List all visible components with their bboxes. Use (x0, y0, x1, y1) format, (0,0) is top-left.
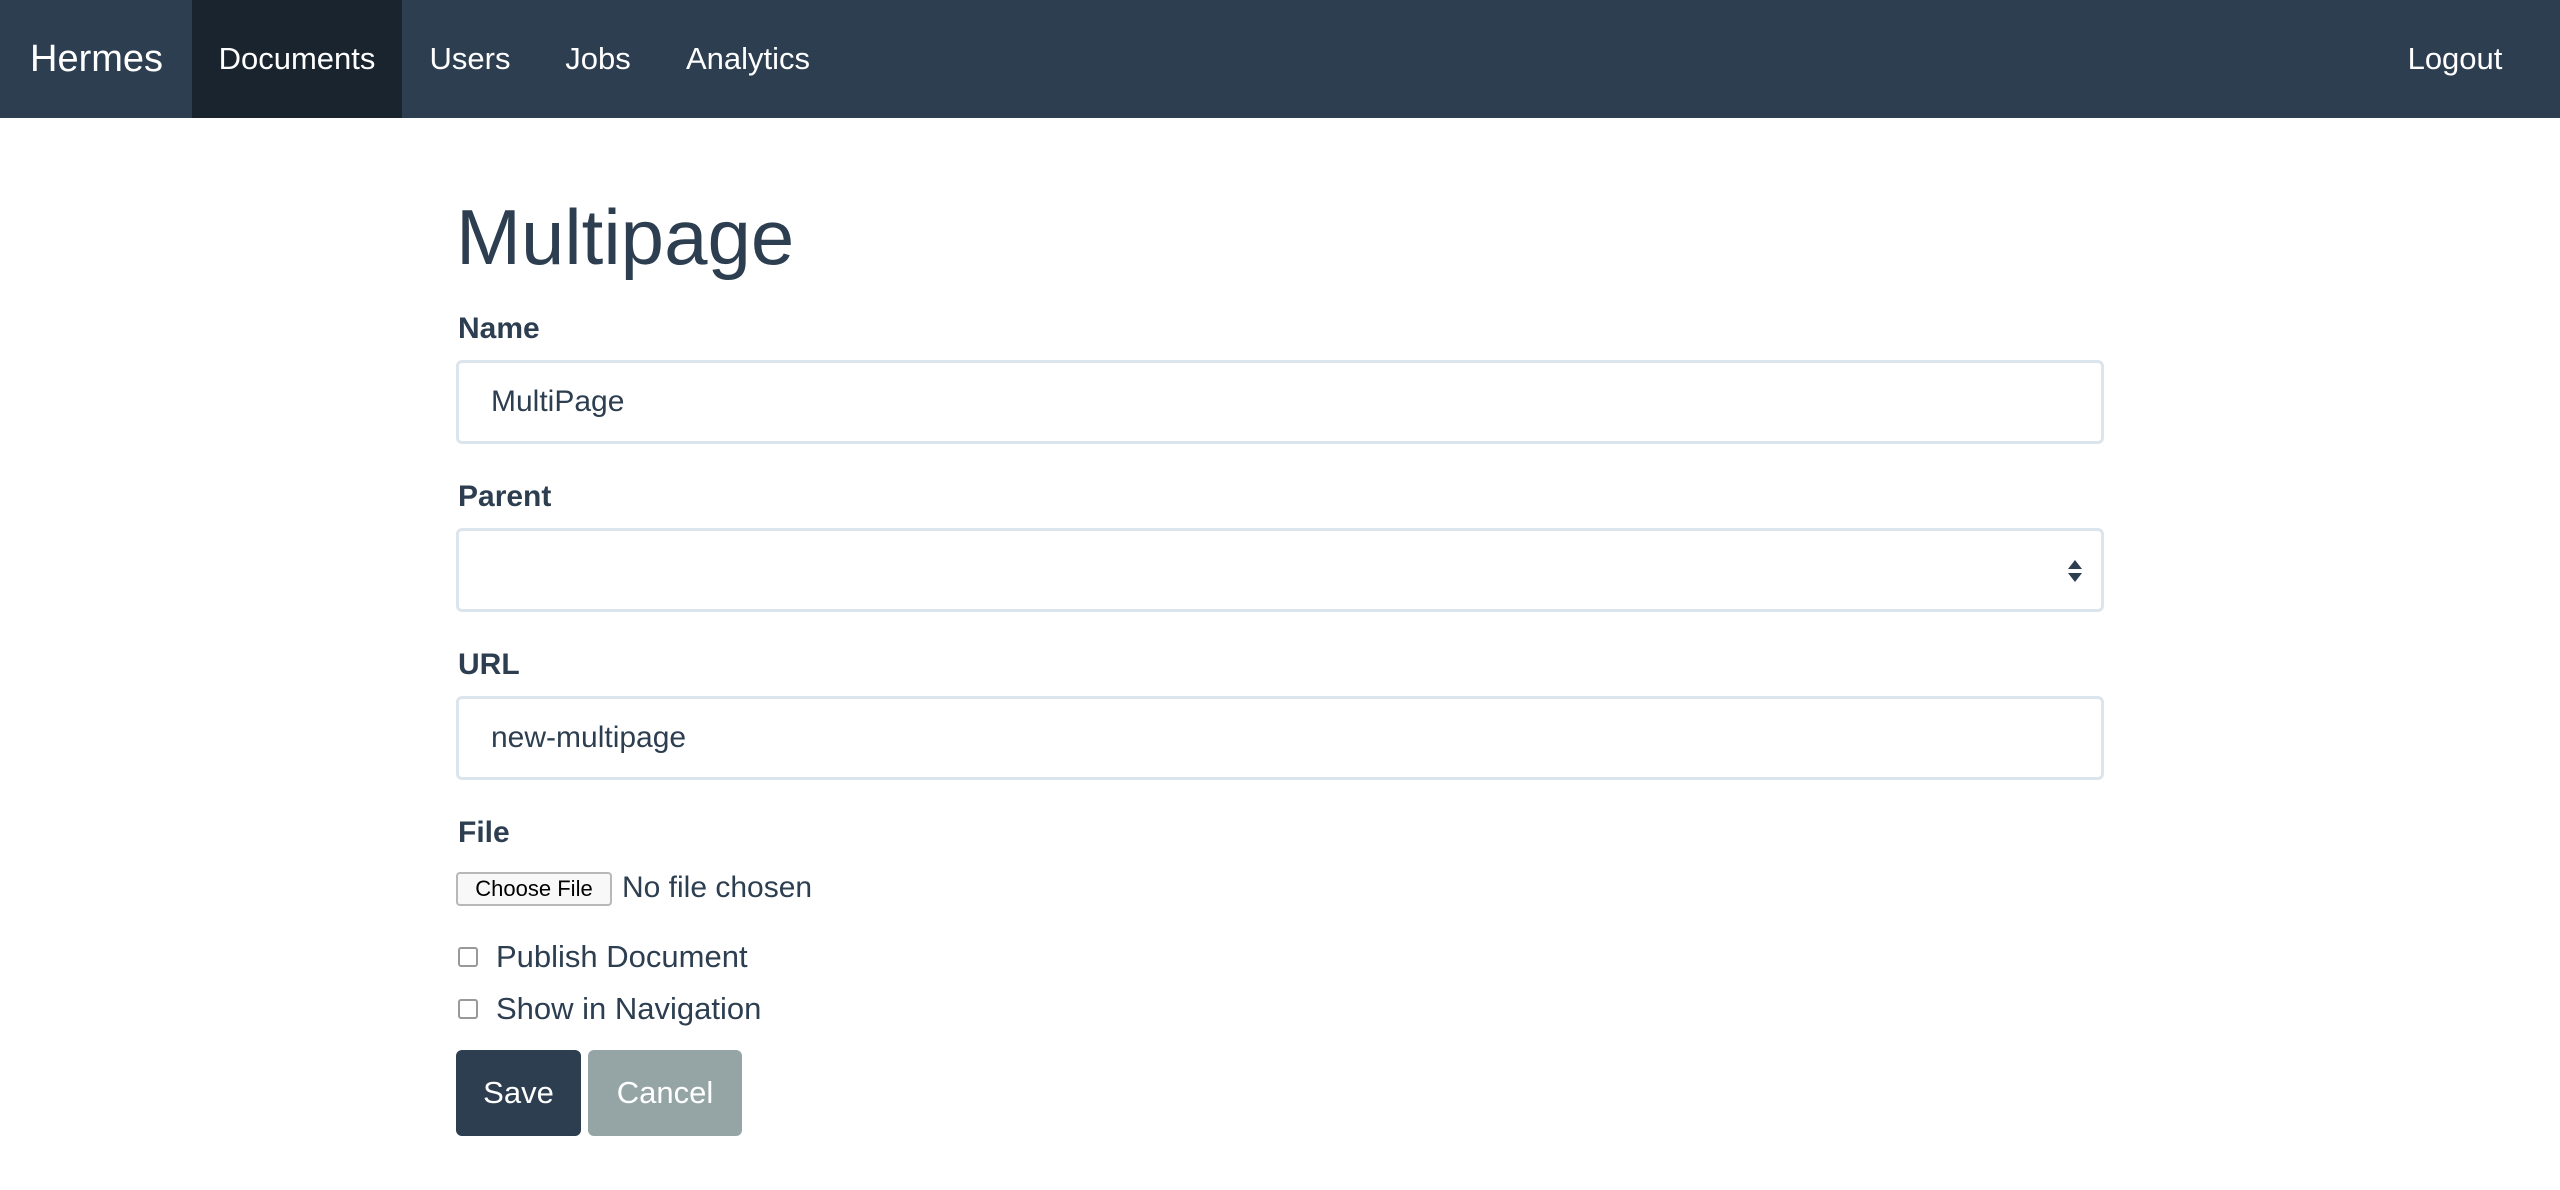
publish-document-checkbox[interactable] (458, 947, 478, 967)
name-input[interactable] (456, 360, 2104, 444)
top-navbar: Hermes Documents Users Jobs Analytics Lo… (0, 0, 2560, 118)
url-input[interactable] (456, 696, 2104, 780)
updown-arrows-icon (2068, 560, 2082, 582)
choose-file-button[interactable]: Choose File (456, 872, 612, 906)
parent-select[interactable] (456, 528, 2104, 612)
nav-item-users[interactable]: Users (402, 0, 538, 118)
save-button[interactable]: Save (456, 1050, 581, 1136)
nav-item-documents[interactable]: Documents (192, 0, 402, 118)
parent-label: Parent (458, 480, 552, 513)
nav-item-jobs[interactable]: Jobs (538, 0, 658, 118)
file-label: File (458, 816, 510, 849)
cancel-button[interactable]: Cancel (588, 1050, 742, 1136)
file-status-text: No file chosen (622, 871, 813, 904)
url-label: URL (458, 648, 520, 681)
logout-link[interactable]: Logout (2380, 0, 2530, 118)
show-in-navigation-checkbox[interactable] (458, 999, 478, 1019)
show-in-navigation-label[interactable]: Show in Navigation (496, 989, 761, 1029)
publish-document-label[interactable]: Publish Document (496, 937, 748, 977)
brand-link[interactable]: Hermes (30, 0, 163, 118)
nav-item-analytics[interactable]: Analytics (658, 0, 838, 118)
name-label: Name (458, 312, 540, 345)
page-title: Multipage (456, 193, 795, 281)
